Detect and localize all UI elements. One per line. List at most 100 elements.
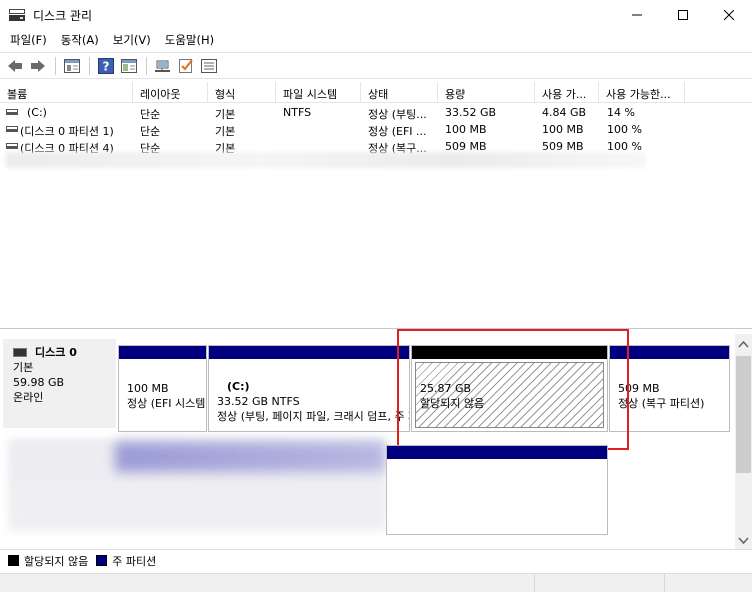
legend-primary: 주 파티션 [112, 554, 157, 568]
cell-layout: 단순 [140, 108, 161, 121]
partition-text: 509 MB 정상 (복구 파티션) [618, 381, 730, 411]
close-button[interactable] [706, 0, 752, 30]
forward-button[interactable] [27, 55, 49, 77]
window-title: 디스크 관리 [33, 8, 93, 23]
connect-button[interactable] [152, 55, 174, 77]
list-row[interactable]: (C:) 단순 기본 NTFS 정상 (부팅... 33.52 GB 4.84 … [0, 104, 752, 121]
toolbar-separator [55, 56, 56, 75]
cell-status: 정상 (EFI ... [368, 125, 427, 138]
check-button[interactable] [175, 55, 197, 77]
maximize-button[interactable] [660, 0, 706, 30]
column-header-capacity[interactable]: 용량 [438, 82, 535, 103]
toolbar-separator [146, 56, 147, 75]
partition-c[interactable]: (C:) 33.52 GB NTFS 정상 (부팅, 페이지 파일, 크래시 덤… [208, 345, 410, 432]
cell-volume: (디스크 0 파티션 1) [20, 125, 114, 138]
cell-percent-free: 100 % [607, 123, 642, 136]
disk-name-row: 디스크 0 [13, 345, 116, 360]
cell-volume: (C:) [27, 106, 47, 119]
minimize-icon [632, 14, 642, 16]
partition-size: 100 MB [127, 382, 169, 395]
column-header-percent-free[interactable]: 사용 가능한... [599, 82, 685, 103]
status-bar [0, 573, 752, 592]
disk-icon [13, 348, 27, 357]
connect-icon [155, 60, 170, 72]
forward-icon [31, 59, 45, 72]
menu-bar: 파일(F) 동작(A) 보기(V) 도움말(H) [0, 30, 752, 50]
list-row[interactable]: (디스크 0 파티션 1) 단순 기본 정상 (EFI ... 100 MB 1… [0, 121, 752, 138]
properties-icon [64, 58, 80, 73]
properties-button[interactable] [61, 55, 83, 77]
volume-icon [6, 143, 18, 149]
graph-scrollbar[interactable] [735, 334, 752, 549]
redacted-disk-bar [115, 442, 385, 472]
scroll-down-icon[interactable] [735, 532, 752, 549]
partition-status: 정상 (부팅, 페이지 파일, 크래시 덤프, 주 파티션) [217, 410, 409, 423]
minimize-button[interactable] [614, 0, 660, 30]
cell-filesystem: NTFS [283, 106, 312, 119]
primary-swatch [96, 555, 108, 566]
help-icon: ? [98, 57, 114, 74]
column-header-type[interactable]: 형식 [208, 82, 276, 103]
close-icon [724, 10, 734, 20]
menu-file[interactable]: 파일(F) [3, 32, 54, 48]
partition-size: 33.52 GB NTFS [217, 395, 300, 408]
status-segment [664, 574, 665, 592]
partition-size: 509 MB [618, 382, 660, 395]
disk-0-label[interactable]: 디스크 0 기본 59.98 GB 온라인 [3, 339, 116, 428]
console-tree-button[interactable] [118, 55, 140, 77]
second-disk-partition[interactable] [386, 445, 608, 535]
svg-text:?: ? [103, 59, 110, 73]
column-header-status[interactable]: 상태 [361, 82, 438, 103]
partition-status: 정상 (EFI 시스템 파티션) [127, 397, 209, 410]
cell-type: 기본 [215, 108, 236, 121]
legend: 할당되지 않음 주 파티션 [0, 549, 752, 571]
column-header-volume[interactable]: 볼륨 [0, 82, 133, 103]
list-button[interactable] [198, 55, 220, 77]
column-header-layout[interactable]: 레이아웃 [133, 82, 208, 103]
list-icon [201, 58, 217, 73]
cell-status: 정상 (부팅... [368, 108, 427, 121]
disk-graph-view: 디스크 0 기본 59.98 GB 온라인 100 MB 정상 (EFI 시스템… [0, 329, 752, 549]
back-icon [8, 59, 22, 72]
disk-size: 59.98 GB [13, 376, 65, 389]
cell-free-space: 100 MB [542, 123, 584, 136]
cell-layout: 단순 [140, 125, 161, 138]
status-segment [534, 574, 535, 592]
unallocated-swatch [8, 555, 19, 566]
cell-type: 기본 [215, 125, 236, 138]
column-header-filesystem[interactable]: 파일 시스템 [276, 82, 361, 103]
volume-icon [6, 109, 18, 115]
disk-status: 온라인 [13, 391, 44, 404]
scroll-thumb[interactable] [736, 356, 751, 473]
cell-free-space: 4.84 GB [542, 106, 587, 119]
cell-capacity: 33.52 GB [445, 106, 497, 119]
partition-text: 100 MB 정상 (EFI 시스템 파티션) [127, 381, 209, 411]
title-bar: 디스크 관리 [0, 0, 752, 30]
column-header-free-space[interactable]: 사용 가... [535, 82, 599, 103]
menu-view[interactable]: 보기(V) [106, 32, 158, 48]
console-tree-icon [121, 58, 137, 73]
help-button[interactable]: ? [95, 55, 117, 77]
partition-text: (C:) 33.52 GB NTFS 정상 (부팅, 페이지 파일, 크래시 덤… [217, 379, 409, 424]
primary-partition-bar [209, 346, 409, 359]
volume-list: 볼륨 레이아웃 형식 파일 시스템 상태 용량 사용 가... 사용 가능한..… [0, 82, 752, 329]
volume-icon [6, 126, 18, 132]
cell-capacity: 100 MB [445, 123, 487, 136]
check-icon [179, 58, 193, 73]
partition-status: 정상 (복구 파티션) [618, 397, 705, 410]
disk-type: 기본 [13, 361, 34, 374]
highlight-box [397, 329, 629, 450]
disk-name: 디스크 0 [35, 346, 77, 359]
menu-action[interactable]: 동작(A) [54, 32, 106, 48]
back-button[interactable] [4, 55, 26, 77]
menu-help[interactable]: 도움말(H) [158, 32, 221, 48]
scroll-up-icon[interactable] [735, 336, 752, 353]
toolbar-separator [89, 56, 90, 75]
partition-efi[interactable]: 100 MB 정상 (EFI 시스템 파티션) [118, 345, 209, 432]
maximize-icon [678, 10, 688, 20]
toolbar: ? [0, 52, 752, 79]
disk-management-app-icon [9, 9, 25, 21]
list-header: 볼륨 레이아웃 형식 파일 시스템 상태 용량 사용 가... 사용 가능한..… [0, 82, 752, 103]
primary-partition-bar [119, 346, 206, 359]
partition-title: (C:) [227, 380, 250, 393]
